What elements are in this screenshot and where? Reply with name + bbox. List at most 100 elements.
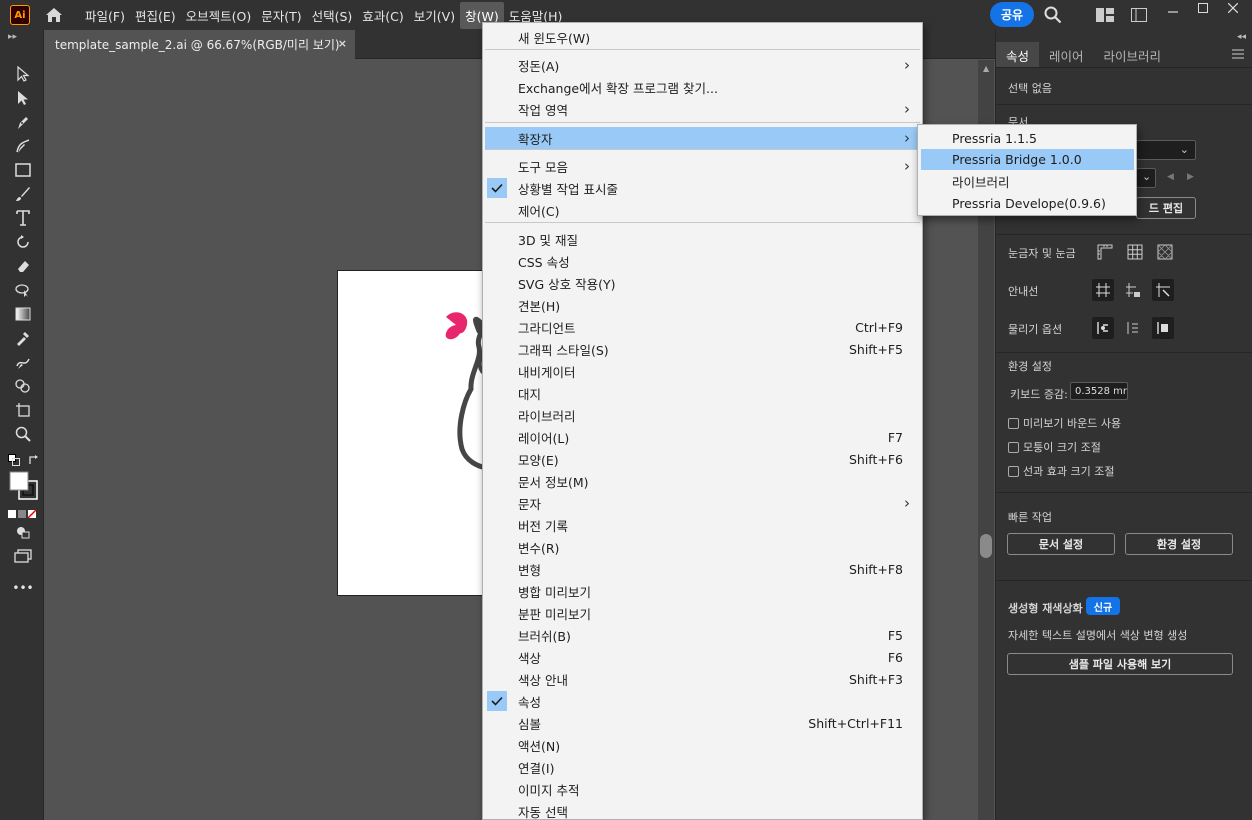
rectangle-tool-icon[interactable] [12, 160, 34, 180]
close-icon[interactable] [1218, 0, 1248, 15]
preferences-button[interactable]: 환경 설정 [1125, 533, 1233, 555]
menu-item[interactable]: 확장자 › [485, 127, 920, 149]
menu-item[interactable]: SVG 상호 작용(Y) [485, 272, 920, 294]
menu-item[interactable]: 색상 안내 Shift+F3 [485, 668, 920, 690]
menu-item[interactable]: 버전 기록 [485, 514, 920, 536]
menu-item[interactable]: 속성 [485, 690, 920, 712]
eraser-tool-icon[interactable] [12, 256, 34, 276]
menu-item[interactable]: 병합 미리보기 [485, 580, 920, 602]
artboard-selector[interactable]: ⌄ [1136, 168, 1156, 188]
fill-stroke-swatch-icon[interactable] [8, 470, 40, 502]
drawing-mode-icon[interactable] [12, 522, 34, 542]
keyboard-increment-input[interactable]: 0.3528 mm [1070, 382, 1128, 400]
transparency-grid-icon[interactable] [1154, 241, 1176, 263]
shape-builder-tool-icon[interactable] [12, 376, 34, 396]
puppet-warp-tool-icon[interactable] [12, 280, 34, 300]
panel-menu-icon[interactable] [1232, 48, 1244, 62]
scale-corners-checkbox[interactable]: 모퉁이 크기 조절 [1008, 439, 1101, 455]
direct-selection-tool-icon[interactable] [12, 88, 34, 108]
menu-item[interactable]: 라이브러리 [485, 404, 920, 426]
prev-artboard-icon[interactable]: ◀ [1167, 172, 1174, 182]
artboard-tool-icon[interactable] [12, 400, 34, 420]
show-guides-icon[interactable] [1092, 279, 1114, 301]
use-preview-bounds-checkbox[interactable]: 미리보기 바운드 사용 [1008, 415, 1121, 431]
artboard[interactable] [337, 270, 487, 596]
menu-item[interactable]: 모양(E) Shift+F6 [485, 448, 920, 470]
menu-item[interactable]: 문자 › [485, 492, 920, 514]
edit-toolbar-icon[interactable]: ••• [12, 578, 34, 598]
selection-tool-icon[interactable] [12, 64, 34, 84]
curvature-tool-icon[interactable] [12, 136, 34, 156]
menu-item[interactable]: 내비게이터 [485, 360, 920, 382]
menu-item[interactable]: 변수(R) [485, 536, 920, 558]
menu-item[interactable]: 작업 영역 › [485, 98, 920, 120]
smart-guides-icon[interactable] [1152, 279, 1174, 301]
pen-tool-icon[interactable] [12, 112, 34, 132]
ruler-icon[interactable] [1094, 241, 1116, 263]
menu-item[interactable]: 레이어(L) F7 [485, 426, 920, 448]
menu-item[interactable]: 이미지 추적 [485, 778, 920, 800]
maximize-icon[interactable] [1188, 0, 1218, 15]
close-tab-icon[interactable]: × [338, 37, 347, 50]
zoom-tool-icon[interactable] [12, 424, 34, 444]
menu-edit[interactable]: 편집(E) [130, 2, 181, 29]
menu-item[interactable]: 그라디언트 Ctrl+F9 [485, 316, 920, 338]
paintbrush-tool-icon[interactable] [12, 184, 34, 204]
home-icon[interactable] [42, 3, 66, 27]
menu-item[interactable]: 브러쉬(B) F5 [485, 624, 920, 646]
type-tool-icon[interactable] [12, 208, 34, 228]
minimize-icon[interactable] [1158, 0, 1188, 15]
tab-libraries[interactable]: 라이브러리 [1094, 42, 1172, 67]
menu-type[interactable]: 문자(T) [256, 2, 306, 29]
menu-item[interactable]: 심볼 Shift+Ctrl+F11 [485, 712, 920, 734]
rotate-tool-icon[interactable] [12, 232, 34, 252]
document-tab[interactable]: template_sample_2.ai @ 66.67%(RGB/미리 보기)… [45, 30, 355, 59]
menu-item[interactable]: 문서 정보(M) [485, 470, 920, 492]
menu-item[interactable]: 도구 모음 › [485, 155, 920, 177]
menu-item[interactable]: 자동 선택 [485, 800, 920, 820]
menu-item[interactable]: 상황별 작업 표시줄 [485, 177, 920, 199]
tab-properties[interactable]: 속성 [996, 42, 1040, 67]
submenu-item[interactable]: Pressria Bridge 1.0.0 [921, 149, 1134, 170]
scrollbar-thumb[interactable] [980, 534, 992, 558]
submenu-item[interactable]: 라이브러리 [921, 171, 1134, 192]
menu-item[interactable]: 색상 F6 [485, 646, 920, 668]
menu-item[interactable]: 분판 미리보기 [485, 602, 920, 624]
menu-view[interactable]: 보기(V) [409, 2, 460, 29]
color-mode-icons[interactable] [8, 504, 38, 524]
next-artboard-icon[interactable]: ▶ [1187, 172, 1194, 182]
screen-mode-icon[interactable] [12, 546, 34, 566]
try-sample-file-button[interactable]: 샘플 파일 사용해 보기 [1007, 653, 1233, 675]
menu-item[interactable]: 3D 및 재질 [485, 228, 920, 250]
grid-icon[interactable] [1124, 241, 1146, 263]
snap-to-glyph-icon[interactable] [1152, 317, 1174, 339]
menu-item[interactable]: 새 윈도우(W) [485, 26, 920, 48]
gradient-tool-icon[interactable] [12, 304, 34, 324]
menu-item[interactable]: 대지 [485, 382, 920, 404]
collapse-icon[interactable]: ◂◂ [1237, 32, 1246, 42]
menu-item[interactable]: 연결(I) [485, 756, 920, 778]
edit-artboards-button[interactable]: 드 편집 [1136, 197, 1196, 219]
share-button[interactable]: 공유 [990, 2, 1034, 27]
scroll-up-icon[interactable]: ▲ [983, 64, 989, 73]
menu-item[interactable]: 그래픽 스타일(S) Shift+F5 [485, 338, 920, 360]
search-icon[interactable] [1044, 6, 1062, 27]
menu-item[interactable]: 정돈(A) › [485, 54, 920, 76]
submenu-item[interactable]: Pressria 1.1.5 [921, 128, 1134, 149]
tab-layers[interactable]: 레이어 [1039, 42, 1094, 67]
snap-to-pixel-icon[interactable] [1122, 317, 1144, 339]
menu-item[interactable]: Exchange에서 확장 프로그램 찾기... [485, 76, 920, 98]
menu-item[interactable]: CSS 속성 [485, 250, 920, 272]
menu-file[interactable]: 파일(F) [80, 2, 130, 29]
menu-object[interactable]: 오브젝트(O) [181, 2, 257, 29]
menu-effect[interactable]: 효과(C) [357, 2, 408, 29]
submenu-item[interactable]: Pressria Develope(0.9.6) [921, 193, 1134, 214]
menu-select[interactable]: 선택(S) [307, 2, 358, 29]
snap-to-point-icon[interactable] [1092, 317, 1114, 339]
scale-strokes-checkbox[interactable]: 선과 효과 크기 조절 [1008, 463, 1114, 479]
default-colors-icon[interactable] [6, 450, 22, 470]
lock-guides-icon[interactable] [1122, 279, 1144, 301]
artboard-dropdown[interactable]: ⌄ [1136, 140, 1196, 160]
menu-item[interactable]: 액션(N) [485, 734, 920, 756]
arrange-documents-icon[interactable] [1096, 8, 1114, 25]
